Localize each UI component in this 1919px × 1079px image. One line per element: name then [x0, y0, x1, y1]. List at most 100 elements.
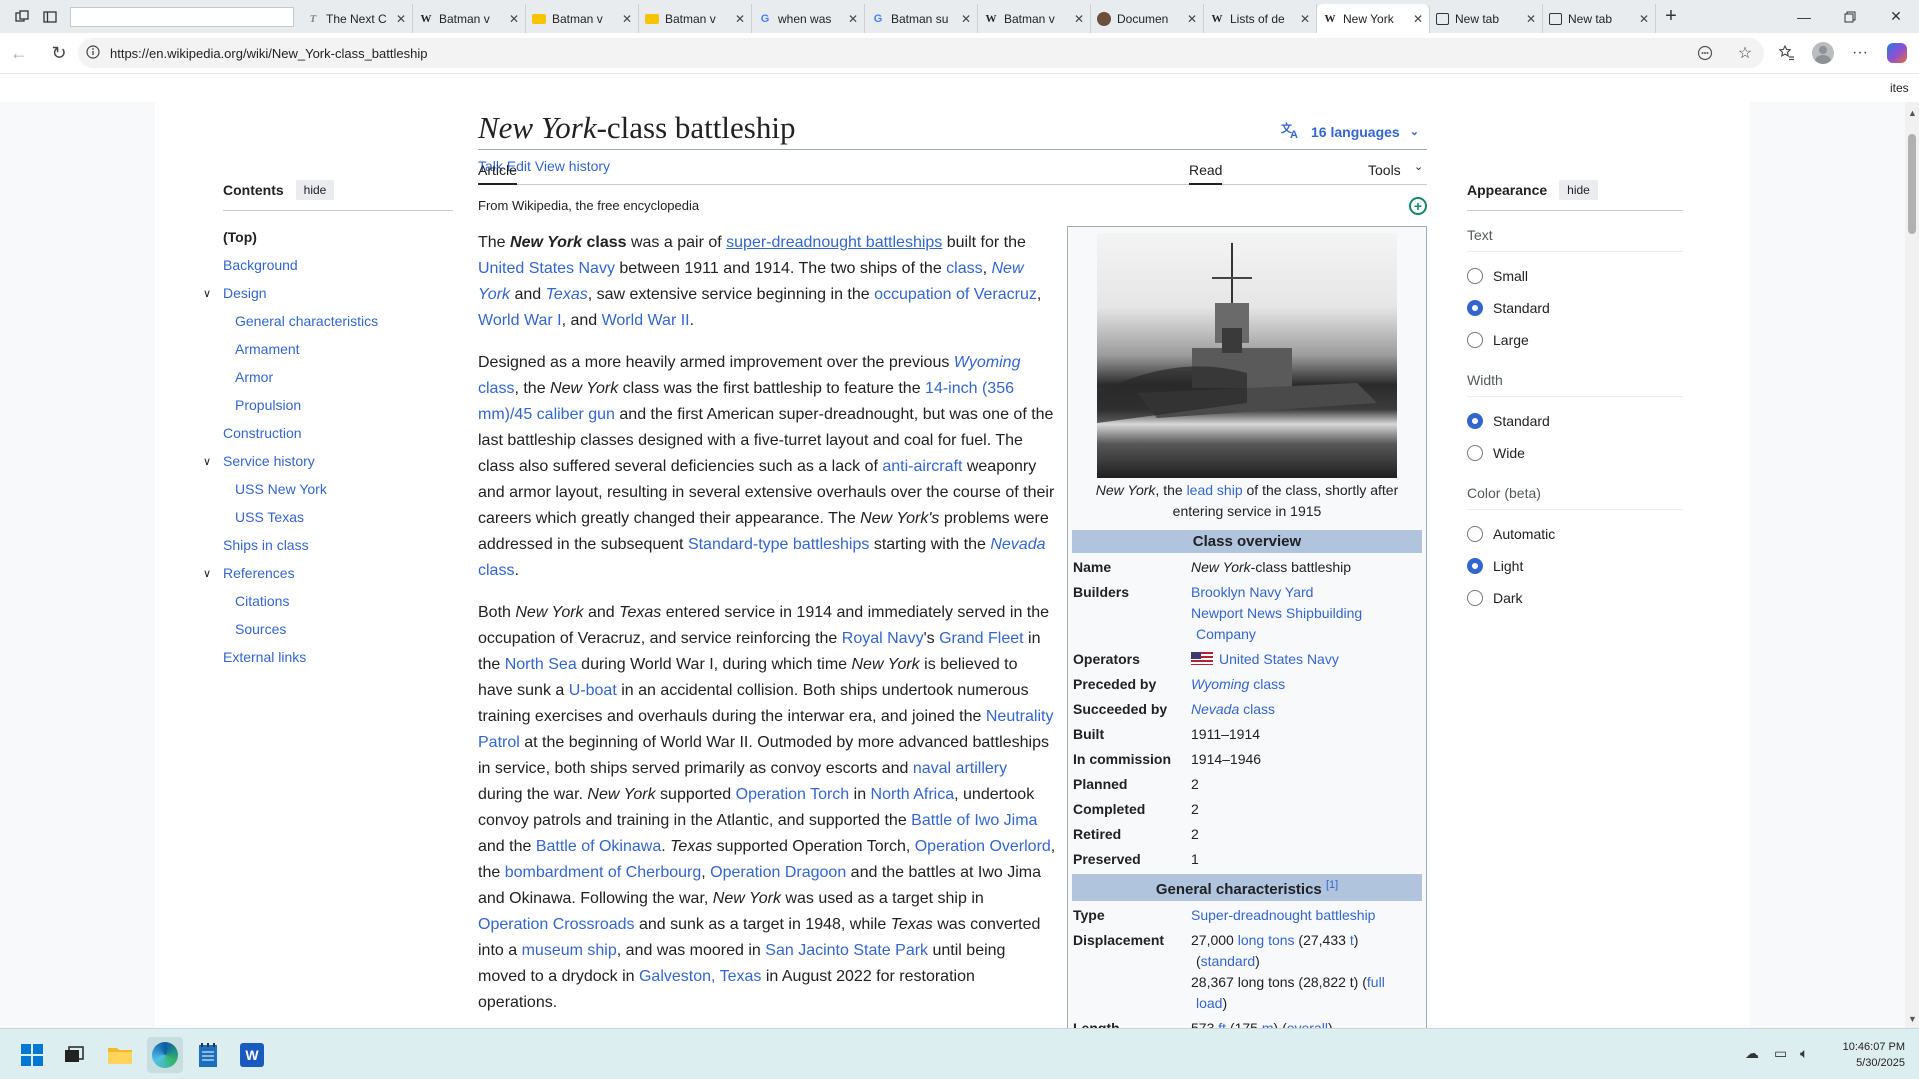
inline-link[interactable]: World War I	[478, 312, 562, 329]
clock-time[interactable]: 10:46:07 PM	[1843, 1039, 1905, 1055]
toc-collapse-icon[interactable]: ∨	[203, 455, 211, 468]
tab-tools[interactable]: Tools	[1368, 162, 1401, 178]
inline-link[interactable]: long tons	[1238, 932, 1295, 948]
toc-item[interactable]: ∨ Service history	[203, 447, 453, 475]
toc-item-label[interactable]: Construction	[223, 425, 302, 441]
inline-link[interactable]: class	[478, 380, 514, 397]
new-tab-button[interactable]: +	[1656, 2, 1686, 31]
inline-link[interactable]: Newport News Shipbuilding	[1191, 605, 1362, 621]
browser-tab[interactable]: W Lists of de ✕	[1204, 4, 1317, 33]
close-window-button[interactable]: ✕	[1873, 0, 1919, 33]
tab-read[interactable]: Read	[1189, 162, 1223, 185]
browser-tab[interactable]: New tab ✕	[1430, 4, 1543, 33]
inline-link[interactable]: Royal Navy	[842, 630, 924, 647]
inline-link[interactable]: standard	[1201, 953, 1255, 969]
inline-link[interactable]: Wyoming	[1191, 676, 1249, 692]
close-tab-icon[interactable]: ✕	[1526, 12, 1536, 26]
browser-tab[interactable]: Gwhen was ✕	[752, 4, 865, 33]
inline-link[interactable]: Operation Crossroads	[478, 916, 635, 933]
toc-collapse-icon[interactable]: ∨	[203, 567, 211, 580]
inline-link[interactable]: bombardment of Cherbourg	[505, 864, 702, 881]
toc-item[interactable]: Background	[223, 251, 453, 279]
minimize-button[interactable]: —	[1781, 0, 1827, 33]
radio-button[interactable]	[1467, 332, 1483, 348]
restore-button[interactable]	[1827, 0, 1873, 33]
refresh-button[interactable]: ↻	[44, 38, 74, 68]
close-tab-icon[interactable]: ✕	[848, 12, 858, 26]
radio-label[interactable]: Automatic	[1493, 526, 1555, 542]
toc-collapse-icon[interactable]: ∨	[203, 287, 211, 300]
toc-item[interactable]: Construction	[223, 419, 453, 447]
toc-item-label[interactable]: Sources	[235, 621, 286, 637]
toc-item[interactable]: General characteristics	[223, 307, 453, 335]
favorite-star-icon[interactable]: ☆	[1730, 38, 1760, 68]
radio-button[interactable]	[1467, 558, 1483, 574]
browser-tab[interactable]: New tab ✕	[1543, 4, 1656, 33]
toc-item-label[interactable]: USS New York	[235, 481, 327, 497]
close-tab-icon[interactable]: ✕	[1187, 12, 1197, 26]
ship-photo[interactable]	[1097, 233, 1397, 478]
inline-link[interactable]: lead ship	[1187, 482, 1243, 498]
inline-link[interactable]: Super-dreadnought battleship	[1191, 907, 1375, 923]
language-count[interactable]: 16 languages	[1311, 124, 1400, 140]
task-view-icon[interactable]	[56, 1037, 92, 1073]
inline-link[interactable]: Battle of Iwo Jima	[911, 812, 1037, 829]
inline-link[interactable]: World War II	[602, 312, 690, 329]
inline-link[interactable]: Company	[1191, 626, 1256, 642]
toc-item[interactable]: Ships in class	[223, 531, 453, 559]
inline-link[interactable]: full	[1367, 974, 1385, 990]
inline-link[interactable]: occupation of Veracruz	[874, 286, 1037, 303]
radio-label[interactable]: Large	[1493, 332, 1529, 348]
browser-tab[interactable]: Documen ✕	[1091, 4, 1204, 33]
add-watch-icon[interactable]: +	[1409, 197, 1427, 215]
inline-link[interactable]: Battle of Okinawa	[536, 838, 661, 855]
profile-avatar[interactable]	[1808, 38, 1838, 68]
radio-option[interactable]: Light	[1467, 550, 1683, 582]
toc-item-label[interactable]: Design	[223, 285, 267, 301]
browser-tab[interactable]: T The Next C ✕	[300, 4, 413, 33]
edge-browser-icon[interactable]	[147, 1037, 183, 1073]
inline-link[interactable]: Galveston, Texas	[639, 968, 761, 985]
back-button[interactable]: ←	[4, 38, 34, 68]
inline-link[interactable]: San Jacinto State Park	[765, 942, 928, 959]
radio-option[interactable]: Dark	[1467, 582, 1683, 614]
toc-item-label[interactable]: General characteristics	[235, 313, 378, 329]
close-tab-icon[interactable]: ✕	[1300, 12, 1310, 26]
close-tab-icon[interactable]: ✕	[1413, 12, 1423, 26]
inline-link[interactable]: naval artillery	[913, 760, 1007, 777]
inline-link[interactable]: Standard-type battleships	[688, 536, 869, 553]
radio-button[interactable]	[1467, 300, 1483, 316]
close-tab-icon[interactable]: ✕	[396, 12, 406, 26]
inline-link[interactable]: U-boat	[569, 682, 617, 699]
inline-link[interactable]: North Sea	[505, 656, 577, 673]
browser-tab[interactable]: Batman v ✕	[639, 4, 752, 33]
toc-item-label[interactable]: Propulsion	[235, 397, 301, 413]
inline-link[interactable]: class	[1249, 676, 1285, 692]
close-tab-icon[interactable]: ✕	[1639, 12, 1649, 26]
start-button[interactable]	[14, 1037, 50, 1073]
tab-article[interactable]: Article	[478, 162, 517, 185]
tab-title[interactable]: Lists of de	[1230, 12, 1294, 26]
toc-item[interactable]: USS Texas	[223, 503, 453, 531]
close-tab-icon[interactable]: ✕	[622, 12, 632, 26]
radio-button[interactable]	[1467, 268, 1483, 284]
toc-item[interactable]: External links	[223, 643, 453, 671]
tab-title[interactable]: when was	[778, 12, 842, 26]
favorites-bar-label[interactable]: ites	[1890, 81, 1909, 95]
radio-label[interactable]: Light	[1493, 558, 1523, 574]
inline-link[interactable]: Operation Torch	[736, 786, 850, 803]
toc-item[interactable]: USS New York	[223, 475, 453, 503]
tab-title[interactable]: Documen	[1117, 12, 1181, 26]
radio-option[interactable]: Standard	[1467, 405, 1683, 437]
browser-tab[interactable]: W Batman v ✕	[978, 4, 1091, 33]
workspaces-icon[interactable]	[8, 3, 36, 31]
radio-label[interactable]: Standard	[1493, 413, 1550, 429]
inline-link[interactable]: Grand Fleet	[939, 630, 1023, 647]
toc-item[interactable]: (Top)	[223, 223, 453, 251]
toc-item-label[interactable]: Background	[223, 257, 298, 273]
toc-item-label[interactable]: Citations	[235, 593, 289, 609]
inline-link[interactable]: United States Navy	[478, 260, 615, 277]
toc-item[interactable]: Armament	[223, 335, 453, 363]
inline-link[interactable]: Operation Overlord	[915, 838, 1051, 855]
browser-tab[interactable]: Batman v ✕	[526, 4, 639, 33]
